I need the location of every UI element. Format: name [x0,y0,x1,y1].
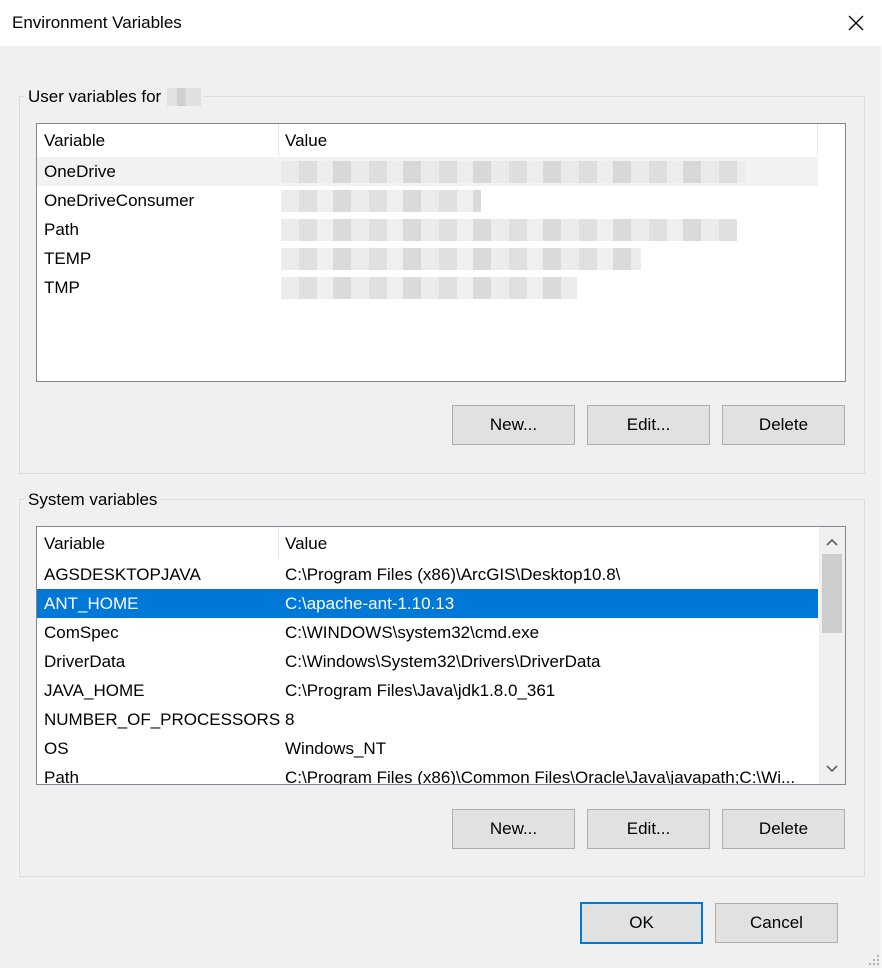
variable-name: OneDrive [44,162,116,181]
list-item[interactable]: ComSpec C:\WINDOWS\system32\cmd.exe [37,618,818,647]
redacted-value [281,277,577,299]
redacted-value [281,219,737,241]
close-icon [848,15,864,31]
variable-value: C:\Program Files (x86)\Common Files\Orac… [285,768,796,785]
user-new-button[interactable]: New... [452,405,575,445]
ok-button[interactable]: OK [580,902,703,944]
variable-name: OS [44,739,69,758]
system-new-button[interactable]: New... [452,809,575,849]
user-delete-button[interactable]: Delete [722,405,845,445]
variable-name: ANT_HOME [44,594,139,613]
column-header-variable[interactable]: Variable [37,124,278,155]
list-item[interactable]: JAVA_HOME C:\Program Files\Java\jdk1.8.0… [37,676,818,705]
variable-name: DriverData [44,652,126,671]
chevron-down-icon [826,765,838,773]
list-item-selected[interactable]: ANT_HOME C:\apache-ant-1.10.13 [37,589,818,618]
list-item[interactable]: AGSDESKTOPJAVA C:\Program Files (x86)\Ar… [37,560,818,589]
scroll-thumb[interactable] [822,554,842,633]
redacted-value [281,190,481,212]
variable-name: JAVA_HOME [44,681,145,700]
variable-value: C:\Program Files\Java\jdk1.8.0_361 [285,681,556,700]
system-edit-button[interactable]: Edit... [587,809,710,849]
system-delete-button[interactable]: Delete [722,809,845,849]
vertical-scrollbar[interactable] [819,527,845,784]
user-variables-label: User variables for [28,87,162,106]
variable-value: Windows_NT [285,739,387,758]
variable-value: C:\Program Files (x86)\ArcGIS\Desktop10.… [285,565,621,584]
close-button[interactable] [830,0,882,46]
scroll-down-button[interactable] [819,756,845,782]
variable-name: ComSpec [44,623,119,642]
list-item[interactable]: DriverData C:\Windows\System32\Drivers\D… [37,647,818,676]
variable-value: C:\apache-ant-1.10.13 [285,594,455,613]
variable-value: C:\Windows\System32\Drivers\DriverData [285,652,601,671]
variable-name: Path [44,220,79,239]
variable-name: TEMP [44,249,92,268]
redacted-value [281,161,745,183]
scroll-up-button[interactable] [819,529,845,555]
cancel-button[interactable]: Cancel [715,903,838,943]
user-variables-list[interactable]: Variable Value OneDrive OneDriveConsumer… [36,123,846,382]
user-variables-legend: User variables for [24,86,206,108]
variable-value: C:\WINDOWS\system32\cmd.exe [285,623,540,642]
column-header-variable[interactable]: Variable [37,527,278,558]
list-item[interactable]: Path C:\Program Files (x86)\Common Files… [37,763,818,785]
resize-grip-icon[interactable] [868,954,880,966]
chevron-up-icon [826,538,838,546]
system-variables-label: System variables [28,490,158,509]
column-header-value[interactable]: Value [278,527,818,558]
variable-name: OneDriveConsumer [44,191,195,210]
window-title: Environment Variables [12,13,182,32]
list-item[interactable]: NUMBER_OF_PROCESSORS 8 [37,705,818,734]
redacted-value [281,248,641,270]
redacted-username [167,88,202,106]
system-variables-list[interactable]: Variable Value AGSDESKTOPJAVA C:\Program… [36,526,846,785]
variable-name: AGSDESKTOPJAVA [44,565,201,584]
column-header-value[interactable]: Value [278,124,818,155]
title-bar: Environment Variables [0,0,882,46]
list-header: Variable Value [37,124,845,155]
list-item[interactable]: OS Windows_NT [37,734,818,763]
variable-value: 8 [285,710,295,729]
variable-name: Path [44,768,79,785]
variable-name: TMP [44,278,80,297]
user-edit-button[interactable]: Edit... [587,405,710,445]
list-header: Variable Value [37,527,845,558]
variable-name: NUMBER_OF_PROCESSORS [44,710,281,729]
system-variables-legend: System variables [24,489,162,511]
column-separator[interactable] [817,124,818,155]
